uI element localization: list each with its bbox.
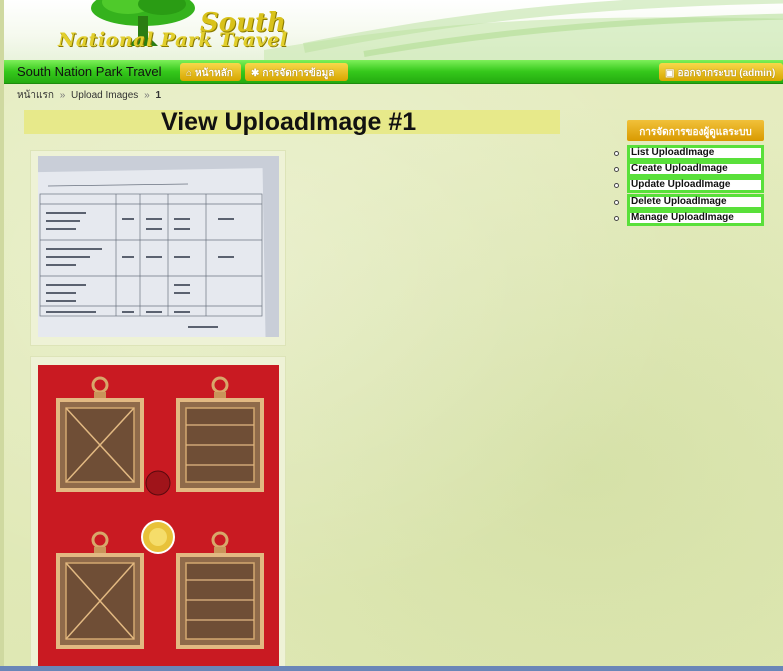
logo-text-park-travel: National Park Travel (58, 29, 288, 51)
nav-home-button[interactable]: ⌂ หน้าหลัก (180, 63, 241, 81)
page-title: View UploadImage #1 (161, 108, 417, 136)
sidebar-item-manage[interactable]: Manage UploadImage (627, 210, 764, 226)
sidebar-item-label[interactable]: Create UploadImage (631, 163, 728, 174)
breadcrumb-section-link[interactable]: Upload Images (71, 90, 138, 101)
banner-swoosh (264, 0, 783, 60)
nav-home-label: หน้าหลัก (195, 68, 233, 79)
sidebar-item-list[interactable]: List UploadImage (627, 145, 764, 161)
site-banner: South National Park Travel (4, 0, 783, 60)
bullet-icon (614, 151, 619, 156)
document-table-graphic (38, 156, 279, 337)
nav-logout-label: ออกจากระบบ (admin) (677, 68, 776, 79)
breadcrumb-home-link[interactable]: หน้าแรก (17, 90, 54, 101)
sidebar-item-update[interactable]: Update UploadImage (627, 177, 764, 193)
sidebar-item-create[interactable]: Create UploadImage (627, 161, 764, 177)
uploaded-image-document (38, 156, 279, 337)
lock-icon: ▣ (665, 68, 675, 79)
nav-manage-button[interactable]: ✱ การจัดการข้อมูล (245, 63, 348, 81)
sidebar-item-label[interactable]: List UploadImage (631, 147, 714, 158)
sidebar-item-label[interactable]: Update UploadImage (631, 179, 730, 190)
nav-manage-label: การจัดการข้อมูล (262, 68, 335, 79)
amulets-graphic (38, 365, 279, 671)
breadcrumb: หน้าแรก » Upload Images » 1 (17, 88, 161, 103)
home-icon: ⌂ (186, 68, 193, 79)
uploaded-image-amulets (38, 365, 279, 671)
breadcrumb-current: 1 (155, 90, 161, 101)
main-navbar: South Nation Park Travel ⌂ หน้าหลัก ✱ การจ… (4, 60, 783, 84)
navbar-brand[interactable]: South Nation Park Travel (17, 64, 162, 79)
bullet-icon (614, 216, 619, 221)
sidebar-item-label[interactable]: Delete UploadImage (631, 196, 727, 207)
breadcrumb-separator: » (144, 90, 150, 101)
breadcrumb-separator: » (59, 90, 66, 101)
bullet-icon (614, 167, 619, 172)
bullet-icon (614, 200, 619, 205)
sidebar-item-delete[interactable]: Delete UploadImage (627, 194, 764, 210)
left-edge-strip (0, 0, 4, 671)
sidebar-item-label[interactable]: Manage UploadImage (631, 212, 734, 223)
sidebar-header: การจัดการของผู้ดูแลระบบ (627, 120, 764, 141)
os-taskbar (0, 666, 783, 671)
gear-icon: ✱ (251, 68, 260, 79)
nav-logout-button[interactable]: ▣ ออกจากระบบ (admin) (659, 63, 783, 81)
bullet-icon (614, 183, 619, 188)
